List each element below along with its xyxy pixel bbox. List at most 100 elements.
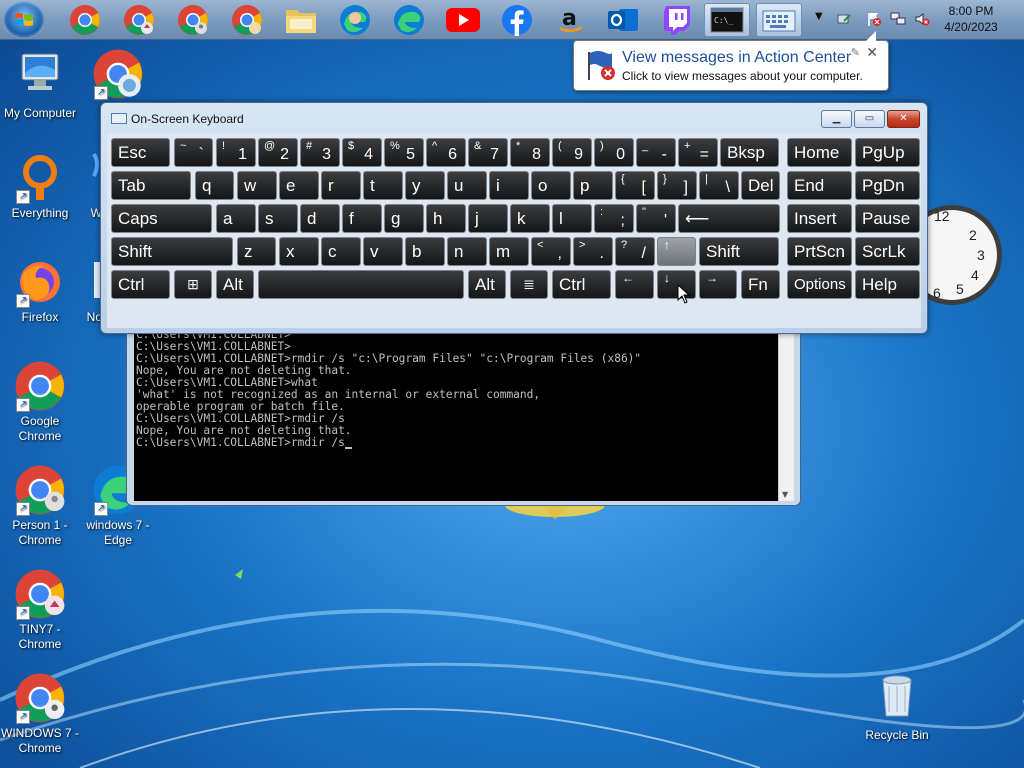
key-home[interactable]: Home	[787, 138, 852, 167]
key-6[interactable]: ^ 6	[426, 138, 466, 167]
desktop-icon-windows7-chrome[interactable]: ↗ WINDOWS 7 - Chrome	[0, 672, 80, 756]
key-g[interactable]: g	[384, 204, 424, 233]
outlook-icon[interactable]	[600, 3, 646, 37]
key-caps-lock[interactable]: Caps	[111, 204, 212, 233]
chrome-profile-icon[interactable]	[170, 3, 216, 37]
key-backspace[interactable]: Bksp	[720, 138, 779, 167]
desktop-icon-recycle-bin[interactable]: Recycle Bin	[857, 670, 937, 743]
key-tab[interactable]: Tab	[111, 171, 191, 200]
key-x[interactable]: x	[279, 237, 319, 266]
key-q[interactable]: q	[195, 171, 234, 200]
cmd-window[interactable]: C:\Users\VM1.COLLABNET> C:\Users\VM1.COLL…	[126, 320, 801, 506]
key-esc[interactable]: Esc	[111, 138, 170, 167]
key-alt[interactable]: Alt	[216, 270, 254, 299]
key-9[interactable]: (9	[552, 138, 592, 167]
key-symbol[interactable]: _ -	[636, 138, 676, 167]
key-1[interactable]: ! 1	[216, 138, 256, 167]
chrome-profile-icon[interactable]	[116, 3, 162, 37]
key-w[interactable]: w	[237, 171, 277, 200]
key-h[interactable]: h	[426, 204, 466, 233]
key-symbol[interactable]: ~ `	[174, 138, 213, 167]
edge-profile-icon[interactable]	[332, 3, 378, 37]
network-share-icon[interactable]	[836, 11, 852, 27]
key-enter[interactable]: ⟵	[678, 204, 780, 233]
key-a[interactable]: a	[216, 204, 256, 233]
key-print-screen[interactable]: PrtScn	[787, 237, 852, 266]
key-symbol[interactable]: }]	[657, 171, 697, 200]
key-l[interactable]: l	[552, 204, 592, 233]
key-symbol[interactable]: >.	[573, 237, 613, 266]
twitch-icon[interactable]	[654, 3, 700, 37]
key-symbol[interactable]: ? /	[615, 237, 655, 266]
key-symbol[interactable]: :;	[594, 204, 634, 233]
desktop-icon-everything[interactable]: ↗ Everything	[0, 152, 80, 221]
scroll-down-arrow-icon[interactable]: ▼	[782, 490, 788, 499]
key-z[interactable]: z	[237, 237, 276, 266]
desktop-icon-firefox[interactable]: ↗ Firefox	[0, 256, 80, 325]
desktop-icon-google-chrome[interactable]: ↗ Google Chrome	[0, 360, 80, 444]
key-insert[interactable]: Insert	[787, 204, 852, 233]
key-symbol[interactable]: <,	[531, 237, 571, 266]
osk-taskbar-button[interactable]	[756, 3, 802, 37]
key-ctrl[interactable]: Ctrl	[552, 270, 611, 299]
key-help[interactable]: Help	[855, 270, 920, 299]
key-scroll-lock[interactable]: ScrLk	[855, 237, 920, 266]
close-button[interactable]: ✕	[887, 110, 920, 128]
key-fn[interactable]: Fn	[741, 270, 780, 299]
key-n[interactable]: n	[447, 237, 487, 266]
key-7[interactable]: & 7	[468, 138, 508, 167]
desktop-icon-partial-w[interactable]: W	[78, 152, 102, 221]
key-s[interactable]: s	[258, 204, 298, 233]
key-symbol[interactable]: | \	[699, 171, 739, 200]
maximize-button[interactable]: ▭	[854, 110, 885, 128]
key-m[interactable]: m	[489, 237, 529, 266]
cmd-taskbar-button[interactable]: C:\_	[704, 3, 750, 37]
key-r[interactable]: r	[321, 171, 361, 200]
key-delete[interactable]: Del	[741, 171, 780, 200]
volume-muted-icon[interactable]	[914, 11, 930, 27]
desktop-icon-person1-chrome[interactable]: ↗ Person 1 - Chrome	[0, 464, 80, 548]
desktop-icon-tiny7-chrome[interactable]: ↗ TINY7 - Chrome	[0, 568, 80, 652]
key-space[interactable]	[258, 270, 464, 299]
key-j[interactable]: j	[468, 204, 508, 233]
key-y[interactable]: y	[405, 171, 445, 200]
action-center-notification[interactable]: View messages in Action Center Click to …	[573, 31, 889, 91]
key-t[interactable]: t	[363, 171, 403, 200]
key-8[interactable]: * 8	[510, 138, 550, 167]
key-0[interactable]: ) 0	[594, 138, 634, 167]
cmd-console[interactable]: C:\Users\VM1.COLLABNET> C:\Users\VM1.COLL…	[134, 329, 778, 501]
key-f[interactable]: f	[342, 204, 382, 233]
key-o[interactable]: o	[531, 171, 571, 200]
key-ctrl[interactable]: Ctrl	[111, 270, 170, 299]
key-i[interactable]: i	[489, 171, 529, 200]
key-v[interactable]: v	[363, 237, 403, 266]
key-windows[interactable]: ⊞	[174, 270, 212, 299]
edge-icon[interactable]	[386, 3, 432, 37]
chrome-profile-icon[interactable]	[224, 3, 270, 37]
key-end[interactable]: End	[787, 171, 852, 200]
key-5[interactable]: % 5	[384, 138, 424, 167]
amazon-icon[interactable]: a	[548, 3, 594, 37]
youtube-icon[interactable]	[440, 3, 486, 37]
taskbar-clock[interactable]: 8:00 PM 4/20/2023	[940, 3, 1002, 35]
key-options[interactable]: Options	[787, 270, 852, 299]
close-icon[interactable]: ✕	[866, 45, 878, 61]
key-left-arrow[interactable]: ←	[615, 270, 654, 299]
key-page-down[interactable]: PgDn	[855, 171, 920, 200]
osk-titlebar[interactable]: On-Screen Keyboard ▁ ▭ ✕	[101, 103, 927, 133]
desktop-icon-partial-no[interactable]: No	[78, 256, 102, 325]
key-pause[interactable]: Pause	[855, 204, 920, 233]
key-alt[interactable]: Alt	[468, 270, 506, 299]
vertical-scrollbar[interactable]: ▼	[778, 329, 794, 501]
chrome-icon[interactable]	[62, 3, 108, 37]
start-button[interactable]	[3, 1, 45, 39]
key-shift[interactable]: Shift	[699, 237, 779, 266]
key-k[interactable]: k	[510, 204, 550, 233]
pin-icon[interactable]: ✎	[851, 46, 860, 59]
key-c[interactable]: c	[321, 237, 361, 266]
key-e[interactable]: e	[279, 171, 319, 200]
key-symbol[interactable]: + =	[678, 138, 718, 167]
key-2[interactable]: @2	[258, 138, 298, 167]
file-explorer-icon[interactable]	[278, 3, 324, 37]
key-shift[interactable]: Shift	[111, 237, 233, 266]
